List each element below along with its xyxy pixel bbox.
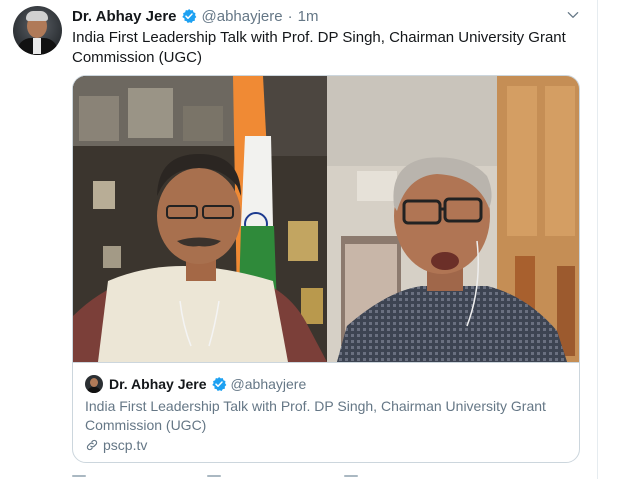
card-link[interactable]: pscp.tv [85,437,147,453]
card-author-name: Dr. Abhay Jere [109,376,207,392]
card-link-domain: pscp.tv [103,437,148,453]
card-meta[interactable]: Dr. Abhay Jere @abhayjere India First Le… [73,362,579,462]
tweet-header: Dr. Abhay Jere @abhayjere · 1m [72,6,318,26]
separator-dot: · [287,7,293,25]
avatar-shirt [33,38,41,54]
link-icon [86,439,98,451]
speaker-left-illustration [73,76,327,362]
tweet-actions-peek [72,472,522,479]
avatar-hair [26,11,48,21]
tweet-timestamp[interactable]: 1m [298,8,319,25]
verified-badge-icon [181,9,196,23]
tweet-text: India First Leadership Talk with Prof. D… [72,29,566,66]
video-pane-right [327,76,579,362]
card-author: Dr. Abhay Jere @abhayjere [85,375,306,393]
card-author-handle: @abhayjere [230,376,307,392]
speaker-right-illustration [327,76,579,362]
link-card[interactable]: Dr. Abhay Jere @abhayjere India First Le… [72,75,580,463]
author-name[interactable]: Dr. Abhay Jere [72,8,177,25]
author-handle[interactable]: @abhayjere [202,8,283,25]
card-description: India First Leadership Talk with Prof. D… [85,398,546,433]
video-thumbnail[interactable] [73,76,579,362]
timeline-border [597,0,598,479]
card-author-avatar [85,375,103,393]
chevron-down-icon[interactable] [566,8,580,22]
video-pane-left [73,76,327,362]
verified-badge-icon [211,377,226,391]
author-avatar[interactable] [13,6,62,55]
